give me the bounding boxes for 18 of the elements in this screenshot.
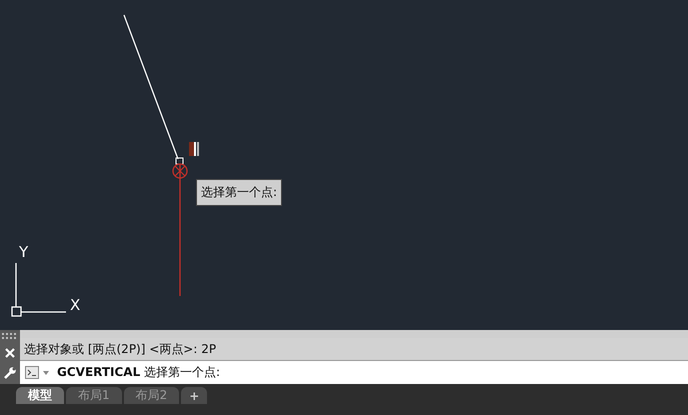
command-prompt-icon[interactable] (25, 366, 39, 379)
close-icon[interactable] (4, 346, 16, 358)
tooltip: 选择第一个点: (196, 179, 282, 206)
command-input-field[interactable]: GCVERTICAL 选择第一个点: (20, 360, 688, 384)
x-axis-label: X (70, 296, 80, 314)
layout-tab[interactable]: 模型 (16, 387, 64, 404)
vertical-constraint-icon (189, 142, 199, 156)
ucs-axes-icon (11, 263, 66, 317)
y-axis-label: Y (19, 243, 28, 261)
snap-marker (176, 158, 184, 164)
wrench-icon[interactable] (3, 366, 17, 380)
add-tab-button[interactable]: + (181, 387, 208, 404)
command-text: GCVERTICAL 选择第一个点: (57, 364, 220, 381)
layout-tab[interactable]: 布局2 (124, 387, 180, 404)
pick-point-icon (172, 163, 188, 179)
layout-tab[interactable]: 布局1 (66, 387, 122, 404)
grip-icon[interactable] (1, 333, 19, 339)
caret-icon[interactable] (43, 370, 49, 374)
